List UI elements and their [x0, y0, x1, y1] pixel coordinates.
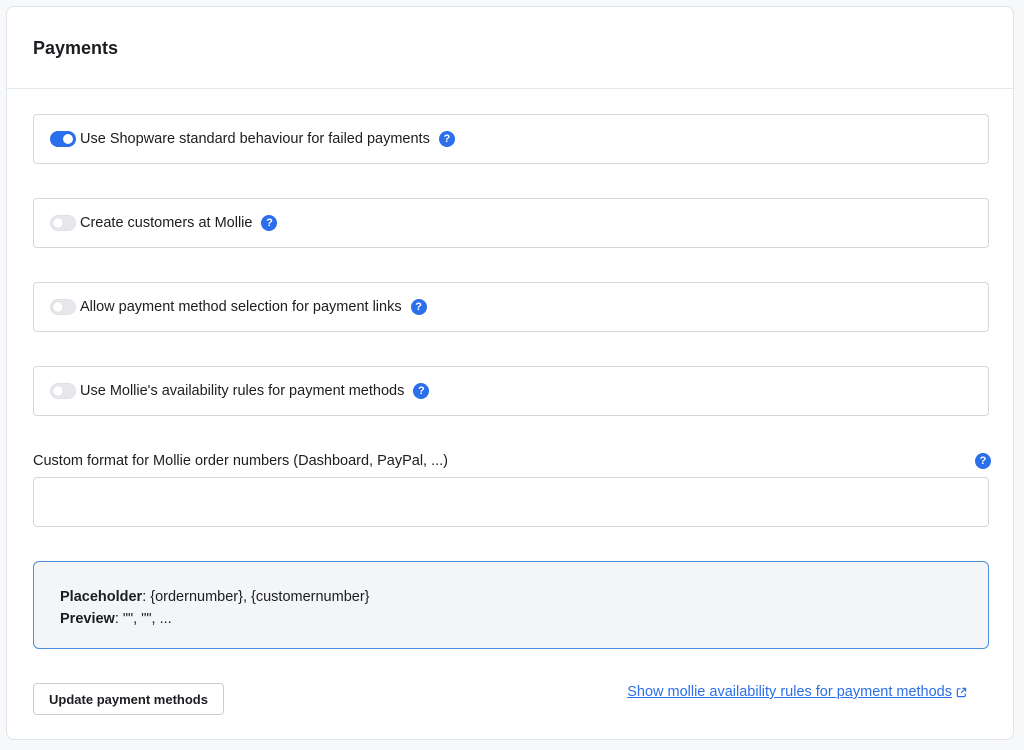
availability-rules-link-text: Show mollie availability rules for payme…	[627, 684, 952, 700]
help-icon[interactable]: ?	[975, 453, 991, 469]
toggle-label: Use Shopware standard behaviour for fail…	[80, 131, 430, 147]
external-link-icon	[956, 687, 967, 697]
availability-rules-switch[interactable]	[50, 383, 76, 399]
toggle-label: Create customers at Mollie	[80, 215, 253, 231]
preview-label: Preview	[60, 611, 115, 627]
payments-card: Payments Use Shopware standard behaviour…	[6, 6, 1014, 740]
preview-line: Preview: "", "", ...	[60, 608, 962, 630]
help-icon[interactable]: ?	[410, 299, 427, 315]
create-customers-switch[interactable]	[50, 215, 76, 231]
toggle-row-failed-payments: Use Shopware standard behaviour for fail…	[33, 114, 989, 164]
placeholder-info-box: Placeholder: {ordernumber}, {customernum…	[33, 561, 989, 649]
update-payment-methods-button[interactable]: Update payment methods	[33, 683, 224, 715]
placeholder-line: Placeholder: {ordernumber}, {customernum…	[60, 586, 962, 608]
toggle-label: Allow payment method selection for payme…	[80, 299, 402, 315]
preview-value: : "", "", ...	[114, 611, 172, 627]
placeholder-label: Placeholder	[60, 589, 143, 605]
switch-knob	[63, 134, 73, 144]
card-title: Payments	[33, 38, 119, 58]
toggle-row-payment-links: Allow payment method selection for payme…	[33, 282, 989, 332]
failed-payments-switch[interactable]	[50, 131, 76, 147]
switch-knob	[53, 218, 63, 228]
order-number-label-row: Custom format for Mollie order numbers (…	[33, 451, 991, 471]
placeholder-value: : {ordernumber}, {customernumber}	[142, 589, 370, 605]
order-number-label: Custom format for Mollie order numbers (…	[33, 453, 449, 469]
switch-knob	[53, 302, 63, 312]
toggle-label: Use Mollie's availability rules for paym…	[80, 383, 405, 399]
payment-links-switch[interactable]	[50, 299, 76, 315]
toggle-row-availability-rules: Use Mollie's availability rules for paym…	[33, 366, 989, 416]
order-number-input[interactable]	[33, 477, 989, 527]
switch-knob	[53, 386, 63, 396]
card-header: Payments	[7, 7, 1013, 89]
availability-rules-link[interactable]: Show mollie availability rules for payme…	[627, 684, 967, 700]
help-icon[interactable]: ?	[261, 215, 278, 231]
help-icon[interactable]: ?	[438, 131, 455, 147]
toggle-row-create-customers: Create customers at Mollie ?	[33, 198, 989, 248]
help-icon[interactable]: ?	[413, 383, 430, 399]
